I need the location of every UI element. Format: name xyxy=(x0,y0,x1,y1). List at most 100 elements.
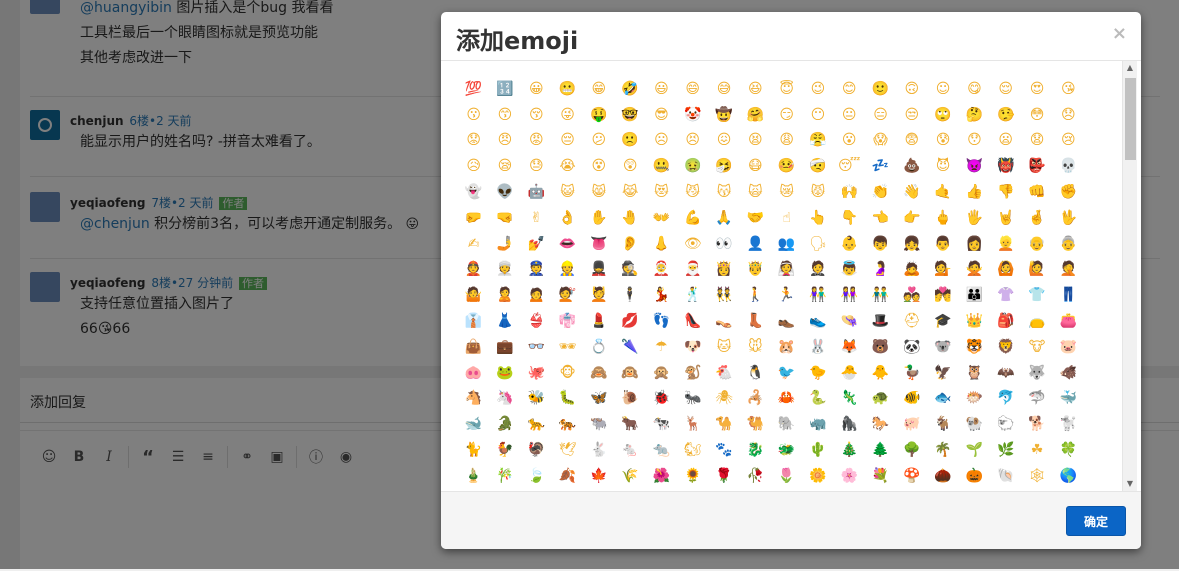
emoji-option[interactable]: 🕺 xyxy=(677,282,708,308)
emoji-option[interactable]: 🎅 xyxy=(677,257,708,283)
emoji-option[interactable]: 🎩 xyxy=(865,308,896,334)
emoji-option[interactable]: 😁 xyxy=(583,76,614,102)
emoji-option[interactable]: 👑 xyxy=(959,308,990,334)
emoji-option[interactable]: 😖 xyxy=(708,128,739,154)
emoji-option[interactable]: 🌹 xyxy=(708,463,739,489)
emoji-option[interactable]: ✊ xyxy=(1053,179,1084,205)
emoji-option[interactable]: 🤵 xyxy=(802,257,833,283)
emoji-option[interactable]: 🐴 xyxy=(458,386,489,412)
emoji-option[interactable]: 😼 xyxy=(677,179,708,205)
emoji-option[interactable]: 💩 xyxy=(896,153,927,179)
emoji-option[interactable]: 👓 xyxy=(521,334,552,360)
emoji-option[interactable]: 🐘 xyxy=(771,411,802,437)
emoji-option[interactable]: 😅 xyxy=(708,76,739,102)
emoji-option[interactable]: 😮 xyxy=(834,128,865,154)
emoji-option[interactable]: 👂 xyxy=(614,231,645,257)
emoji-option[interactable]: 🐌 xyxy=(614,386,645,412)
emoji-option[interactable]: 👨 xyxy=(927,231,958,257)
emoji-option[interactable]: 🦅 xyxy=(927,360,958,386)
emoji-option[interactable]: 🤖 xyxy=(521,179,552,205)
emoji-option[interactable]: 🙌 xyxy=(834,179,865,205)
emoji-option[interactable]: 🤰 xyxy=(865,257,896,283)
emoji-option[interactable]: 🤦 xyxy=(1053,257,1084,283)
scrollbar-thumb[interactable] xyxy=(1125,78,1136,160)
emoji-option[interactable]: 🌲 xyxy=(865,437,896,463)
emoji-option[interactable]: 😡 xyxy=(521,128,552,154)
emoji-option[interactable]: 🤧 xyxy=(708,153,739,179)
emoji-option[interactable]: 🦎 xyxy=(834,386,865,412)
emoji-option[interactable]: 👇 xyxy=(834,205,865,231)
emoji-option[interactable]: 🦁 xyxy=(990,334,1021,360)
emoji-option[interactable]: 💍 xyxy=(583,334,614,360)
emoji-option[interactable]: 🦃 xyxy=(521,437,552,463)
emoji-option[interactable]: 🌴 xyxy=(927,437,958,463)
emoji-option[interactable]: 🥀 xyxy=(740,463,771,489)
emoji-option[interactable]: 👣 xyxy=(646,308,677,334)
emoji-option[interactable]: 🙀 xyxy=(740,179,771,205)
emoji-option[interactable]: 😙 xyxy=(489,102,520,128)
emoji-option[interactable]: 🐹 xyxy=(771,334,802,360)
emoji-option[interactable]: 🐜 xyxy=(677,386,708,412)
scroll-down-icon[interactable]: ▼ xyxy=(1123,477,1137,491)
emoji-option[interactable]: 🐍 xyxy=(802,386,833,412)
emoji-option[interactable]: 🌸 xyxy=(834,463,865,489)
emoji-option[interactable]: 😳 xyxy=(1021,102,1052,128)
emoji-option[interactable]: 👳 xyxy=(489,257,520,283)
emoji-option[interactable]: 😱 xyxy=(865,128,896,154)
emoji-option[interactable]: 🍃 xyxy=(521,463,552,489)
emoji-option[interactable]: 👞 xyxy=(771,308,802,334)
emoji-option[interactable]: 🐑 xyxy=(990,411,1021,437)
emoji-option[interactable]: 🤛 xyxy=(458,205,489,231)
emoji-option[interactable]: 👒 xyxy=(834,308,865,334)
emoji-option[interactable]: 🦂 xyxy=(740,386,771,412)
emoji-option[interactable]: 👘 xyxy=(552,308,583,334)
emoji-option[interactable]: 🤶 xyxy=(646,257,677,283)
scrollbar[interactable]: ▲ ▼ xyxy=(1122,61,1137,491)
emoji-option[interactable]: 🐀 xyxy=(646,437,677,463)
emoji-option[interactable]: 🐤 xyxy=(802,360,833,386)
emoji-option[interactable]: 👴 xyxy=(1021,231,1052,257)
emoji-option[interactable]: 🌿 xyxy=(990,437,1021,463)
emoji-option[interactable]: 😢 xyxy=(1053,128,1084,154)
emoji-option[interactable]: 🌷 xyxy=(771,463,802,489)
emoji-option[interactable]: 💆 xyxy=(583,282,614,308)
emoji-option[interactable]: 😘 xyxy=(1053,76,1084,102)
emoji-option[interactable]: 💄 xyxy=(583,308,614,334)
emoji-option[interactable]: 🙃 xyxy=(896,76,927,102)
emoji-option[interactable]: 👽 xyxy=(489,179,520,205)
emoji-option[interactable]: 🐶 xyxy=(677,334,708,360)
emoji-option[interactable]: 🐐 xyxy=(927,411,958,437)
emoji-option[interactable]: 🐷 xyxy=(1053,334,1084,360)
emoji-option[interactable]: 🐫 xyxy=(740,411,771,437)
emoji-option[interactable]: 🐧 xyxy=(740,360,771,386)
emoji-option[interactable]: 🙉 xyxy=(614,360,645,386)
emoji-option[interactable]: 😎 xyxy=(646,102,677,128)
emoji-option[interactable]: 😧 xyxy=(1021,128,1052,154)
emoji-option[interactable]: 🐿 xyxy=(677,437,708,463)
emoji-option[interactable]: 👏 xyxy=(865,179,896,205)
emoji-option[interactable]: 🙎 xyxy=(489,282,520,308)
emoji-option[interactable]: 🐗 xyxy=(1053,360,1084,386)
emoji-option[interactable]: 😀 xyxy=(521,76,552,102)
emoji-option[interactable]: 🌵 xyxy=(802,437,833,463)
emoji-option[interactable]: 😺 xyxy=(552,179,583,205)
emoji-option[interactable]: 💇 xyxy=(552,282,583,308)
emoji-option[interactable]: 💃 xyxy=(646,282,677,308)
emoji-option[interactable]: 👧 xyxy=(896,231,927,257)
emoji-option[interactable]: 🙍 xyxy=(521,282,552,308)
emoji-option[interactable]: 😹 xyxy=(614,179,645,205)
emoji-option[interactable]: 😊 xyxy=(834,76,865,102)
emoji-option[interactable]: 🐊 xyxy=(489,411,520,437)
emoji-option[interactable]: 🐰 xyxy=(802,334,833,360)
emoji-option[interactable]: 👹 xyxy=(990,153,1021,179)
emoji-option[interactable]: 👺 xyxy=(1021,153,1052,179)
emoji-option[interactable]: ✍ xyxy=(458,231,489,257)
emoji-option[interactable]: 🤓 xyxy=(614,102,645,128)
emoji-option[interactable]: 👝 xyxy=(1021,308,1052,334)
emoji-option[interactable]: 👫 xyxy=(802,282,833,308)
emoji-option[interactable]: 👙 xyxy=(521,308,552,334)
emoji-option[interactable]: 🖖 xyxy=(1053,205,1084,231)
emoji-option[interactable]: 🦄 xyxy=(489,386,520,412)
emoji-option[interactable]: 🐡 xyxy=(959,386,990,412)
emoji-option[interactable]: 👷 xyxy=(552,257,583,283)
